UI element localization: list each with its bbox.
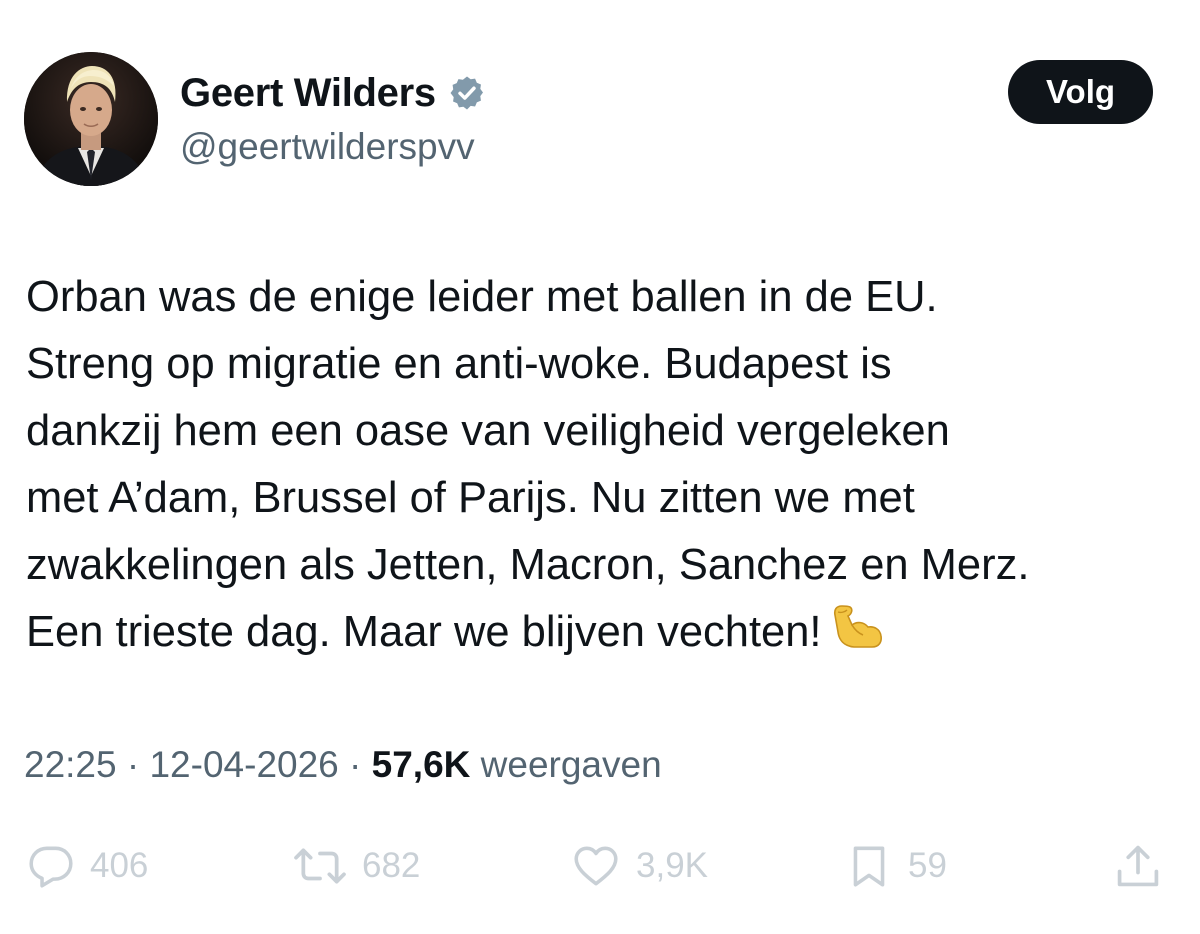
reply-count: 406 — [90, 846, 149, 885]
repost-count: 682 — [362, 846, 421, 885]
tweet-line-1: Orban was de enige leider met ballen in … — [26, 273, 938, 321]
tweet-line-6-row: Een trieste dag. Maar we blijven vechten… — [26, 599, 1191, 666]
reply-button[interactable]: 406 — [26, 838, 148, 894]
tweet-line-3: dankzij hem een oase van veiligheid verg… — [26, 407, 950, 455]
avatar-portrait-image — [24, 52, 158, 186]
tweet-line-6: Een trieste dag. Maar we blijven vechten… — [26, 608, 822, 656]
meta-separator: · — [349, 744, 362, 785]
tweet-text: Orban was de enige leider met ballen in … — [26, 264, 1191, 666]
bookmark-count: 59 — [908, 846, 947, 885]
tweet-line-2: Streng op migratie en anti-woke. Budapes… — [26, 340, 892, 388]
flexed-biceps-icon — [833, 605, 882, 648]
author-name-row: Geert Wilders — [180, 66, 486, 120]
heart-icon — [574, 846, 618, 886]
repost-button[interactable]: 682 — [292, 838, 420, 894]
author-avatar[interactable] — [24, 52, 158, 186]
tweet-date[interactable]: 12-04-2026 — [149, 744, 338, 785]
share-button[interactable] — [1112, 838, 1164, 894]
views-count: 57,6K — [371, 744, 471, 785]
tweet-actions-bar: 406 682 3,9K 59 — [0, 838, 1200, 894]
tweet-meta: 22:25 · 12-04-2026 · 57,6K weergaven — [24, 744, 662, 786]
author-handle[interactable]: @geertwilderspvv — [180, 126, 475, 168]
bookmark-icon — [853, 846, 885, 887]
tweet-line-5: zwakkelingen als Jetten, Macron, Sanchez… — [26, 541, 1030, 589]
bookmark-button[interactable]: 59 — [844, 838, 947, 894]
meta-separator: · — [126, 744, 140, 785]
follow-button[interactable]: Volg — [1008, 60, 1153, 124]
share-upload-icon — [1117, 845, 1159, 887]
verified-badge-icon — [450, 76, 483, 110]
repost-arrows-icon — [294, 848, 346, 884]
tweet-line-4: met A’dam, Brussel of Parijs. Nu zitten … — [26, 474, 915, 522]
like-button[interactable]: 3,9K — [570, 838, 708, 894]
like-count: 3,9K — [636, 846, 708, 885]
author-display-name[interactable]: Geert Wilders — [180, 71, 436, 116]
reply-bubble-icon — [29, 846, 73, 888]
views-label: weergaven — [480, 744, 662, 785]
tweet-time[interactable]: 22:25 — [24, 744, 117, 785]
